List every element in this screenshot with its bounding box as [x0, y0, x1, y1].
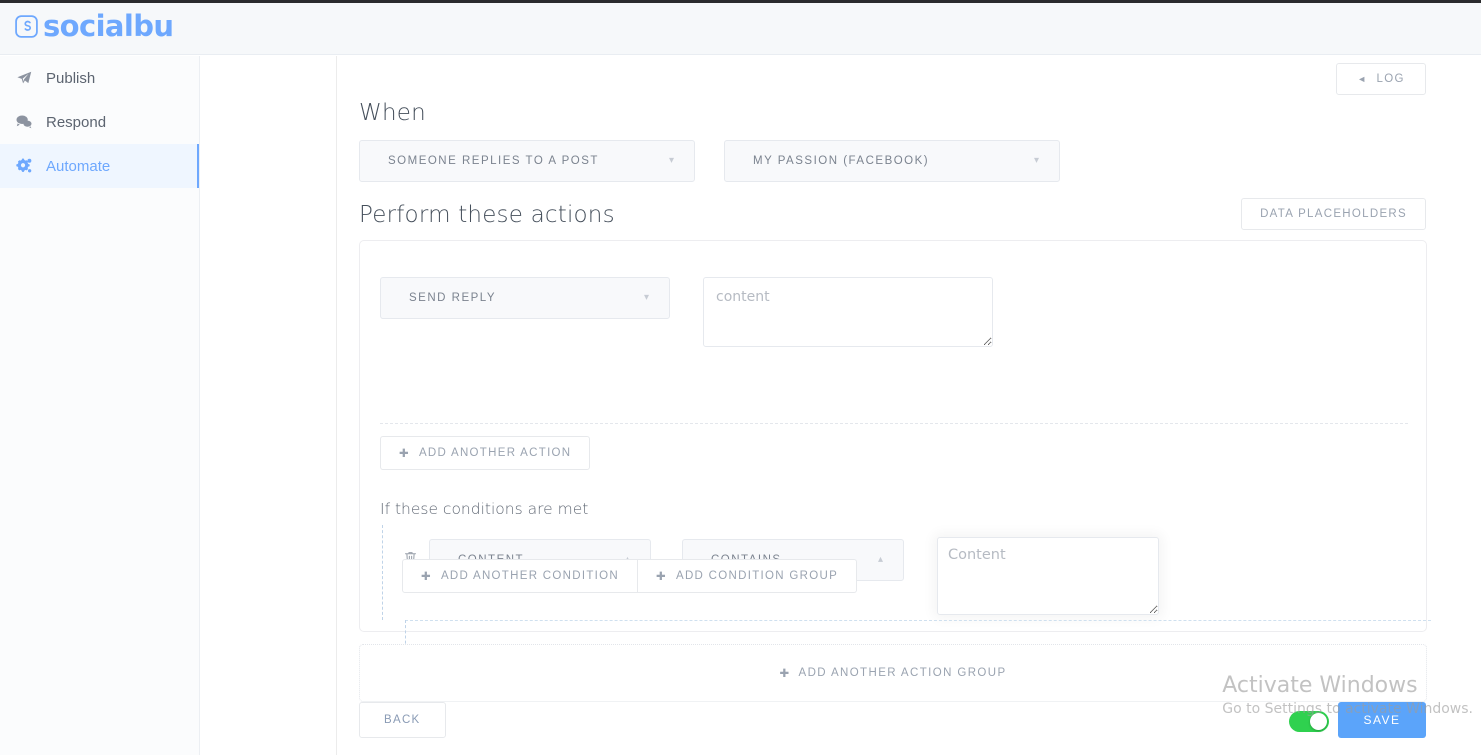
account-select[interactable]: MY PASSION (FACEBOOK) ▾ [724, 140, 1060, 182]
account-select-value: MY PASSION (FACEBOOK) [753, 155, 930, 167]
add-another-action-group-text: ✚ ADD ANOTHER ACTION GROUP [779, 666, 1006, 680]
data-placeholders-label: DATA PLACEHOLDERS [1260, 208, 1407, 220]
sidebar-item-label: Respond [46, 113, 107, 131]
chevron-down-icon: ▾ [643, 292, 649, 303]
actions-section-title: Perform these actions [359, 202, 615, 228]
action-type-select[interactable]: SEND REPLY ▾ [380, 277, 670, 319]
main-content: ◄ LOG When SOMEONE REPLIES TO A POST ▾ M… [338, 56, 1481, 755]
add-another-condition-label: ADD ANOTHER CONDITION [440, 570, 620, 582]
condition-actions-row: ✚ ADD ANOTHER CONDITION ✚ ADD CONDITION … [402, 559, 858, 593]
when-section-title: When [359, 100, 426, 126]
add-another-condition-button[interactable]: ✚ ADD ANOTHER CONDITION [402, 559, 639, 593]
add-another-action-label: ADD ANOTHER ACTION [418, 447, 572, 459]
log-button[interactable]: ◄ LOG [1336, 63, 1426, 95]
cogs-icon [14, 156, 34, 176]
action-content-input[interactable] [703, 277, 993, 347]
condition-divider [405, 620, 1431, 621]
log-button-label: LOG [1376, 73, 1405, 85]
add-another-action-group-label: ADD ANOTHER ACTION GROUP [798, 667, 1007, 679]
back-button[interactable]: BACK [359, 702, 446, 738]
chevron-down-icon: ▾ [668, 155, 674, 166]
trigger-select-value: SOMEONE REPLIES TO A POST [388, 155, 599, 167]
action-type-value: SEND REPLY [409, 292, 497, 304]
plus-icon: ✚ [656, 571, 667, 583]
condition-value-input[interactable] [937, 537, 1159, 615]
caret-left-icon: ◄ [1357, 73, 1368, 84]
socialbu-s-mark-icon [14, 14, 39, 39]
sidebar-item-publish[interactable]: Publish [0, 56, 199, 100]
log-button-row: ◄ LOG [1336, 63, 1426, 95]
content-gutter [201, 56, 337, 755]
sidebar-item-respond[interactable]: Respond [0, 100, 199, 144]
comments-icon [14, 112, 34, 132]
action-divider [380, 423, 1408, 424]
action-group-card: SEND REPLY ▾ ✚ ADD ANOTHER ACTION If the… [359, 240, 1431, 654]
brand-name: socialbu [43, 9, 174, 43]
brand-logo[interactable]: socialbu [14, 9, 174, 43]
chevron-up-icon: ▴ [877, 554, 883, 565]
back-button-label: BACK [384, 714, 421, 726]
conditions-label: If these conditions are met [380, 500, 589, 518]
sidebar: Publish Respond Automate [0, 56, 200, 755]
enable-automation-toggle[interactable] [1289, 711, 1329, 732]
add-condition-group-label: ADD CONDITION GROUP [675, 570, 839, 582]
paper-plane-icon [14, 68, 34, 88]
sidebar-item-label: Automate [46, 157, 111, 175]
sidebar-item-automate[interactable]: Automate [0, 144, 199, 188]
data-placeholders-button-wrap: DATA PLACEHOLDERS [1241, 198, 1426, 230]
trigger-select[interactable]: SOMEONE REPLIES TO A POST ▾ [359, 140, 695, 182]
add-another-action-button[interactable]: ✚ ADD ANOTHER ACTION [380, 436, 591, 470]
sidebar-item-label: Publish [46, 69, 96, 87]
app-header: socialbu [0, 3, 1481, 55]
app-root: socialbu Publish Respond Automate ◄ LOG … [0, 0, 1481, 755]
add-another-action-group-button[interactable]: ✚ ADD ANOTHER ACTION GROUP [359, 644, 1427, 702]
add-condition-group-button[interactable]: ✚ ADD CONDITION GROUP [638, 559, 858, 593]
plus-icon: ✚ [399, 448, 410, 460]
chevron-down-icon: ▾ [1033, 155, 1039, 166]
toggle-knob [1310, 713, 1327, 730]
data-placeholders-button[interactable]: DATA PLACEHOLDERS [1241, 198, 1426, 230]
plus-icon: ✚ [421, 571, 432, 583]
plus-icon: ✚ [779, 668, 791, 680]
save-button[interactable]: SAVE [1338, 702, 1426, 738]
